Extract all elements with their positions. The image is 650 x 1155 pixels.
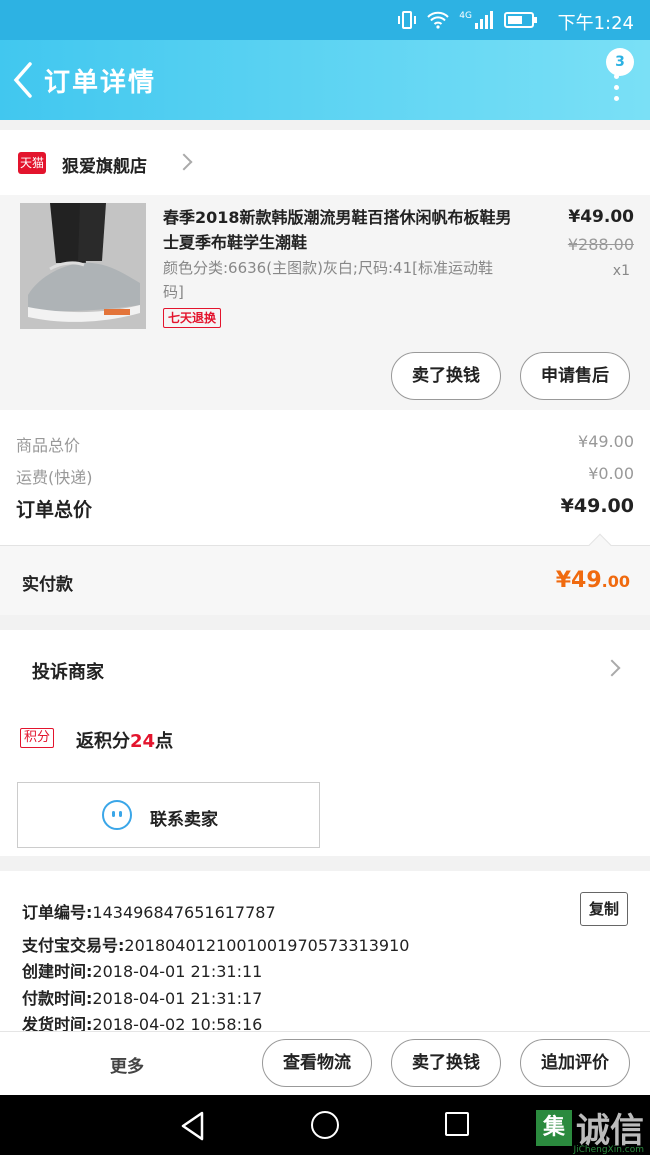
price-summary: 商品总价 ¥49.00 运费(快递) ¥0.00 订单总价 ¥49.00	[0, 410, 650, 545]
more-button[interactable]: 更多	[110, 1052, 144, 1077]
signal-icon	[475, 11, 493, 29]
created-time-row: 创建时间:2018-04-01 21:31:11	[22, 962, 263, 981]
created-time: 2018-04-01 21:31:11	[92, 962, 263, 981]
network-type: 4G	[459, 11, 472, 21]
order-number: 143496847651617787	[92, 903, 276, 922]
message-count-badge: 3	[606, 48, 634, 76]
battery-icon	[504, 12, 537, 28]
seven-day-return-tag: 七天退换	[163, 308, 222, 328]
alipay-trade-row: 支付宝交易号:2018040121001001970573313910	[22, 936, 410, 955]
order-total-row: 订单总价 ¥49.00	[16, 495, 634, 522]
paid-time: 2018-04-01 21:31:17	[92, 989, 263, 1008]
nav-recents-icon[interactable]	[445, 1112, 469, 1136]
tmall-logo-icon: 天猫	[18, 152, 46, 174]
nav-home-icon[interactable]	[311, 1111, 339, 1139]
shipping-row: 运费(快递) ¥0.00	[16, 464, 634, 488]
shop-name: 狠爱旗舰店	[62, 157, 147, 177]
nav-back-icon[interactable]	[180, 1111, 206, 1141]
sell-for-cash-button[interactable]: 卖了换钱	[391, 352, 501, 400]
watermark-logo: 集 诚信 JiChengXin.com	[536, 1103, 644, 1155]
shipping-label: 运费(快递)	[16, 468, 93, 487]
paid-amount-row: 实付款 ¥49.00	[0, 533, 650, 615]
app-header: 订单详情 3	[0, 40, 650, 120]
copy-button[interactable]: 复制	[580, 892, 628, 926]
points-badge: 积分	[20, 728, 55, 748]
points-reward-text: 返积分24点	[76, 731, 174, 752]
goods-total-row: 商品总价 ¥49.00	[16, 432, 634, 456]
order-total-label: 订单总价	[16, 499, 93, 521]
back-arrow-icon[interactable]	[10, 62, 38, 98]
paid-label: 实付款	[22, 575, 73, 595]
complain-seller-link[interactable]: 投诉商家	[32, 658, 104, 684]
order-info: 订单编号:143496847651617787 复制 支付宝交易号:201804…	[0, 871, 650, 1034]
more-menu-icon[interactable]	[612, 74, 620, 104]
add-review-button[interactable]: 追加评价	[520, 1039, 630, 1087]
contact-seller-button[interactable]: 联系卖家	[17, 782, 320, 848]
wifi-icon	[427, 11, 450, 29]
apply-aftersale-button[interactable]: 申请售后	[520, 352, 630, 400]
paid-value: ¥49.00	[555, 568, 630, 593]
product-image[interactable]	[20, 203, 146, 329]
chevron-right-icon	[175, 153, 193, 171]
status-bar: 4G 下午1:24	[0, 0, 650, 40]
product-title: 春季2018新款韩版潮流男鞋百搭休闲帆布板鞋男士夏季布鞋学生潮鞋	[163, 208, 512, 252]
product-original-price: ¥288.00	[567, 235, 634, 254]
status-icons: 4G	[397, 10, 538, 30]
order-total-value: ¥49.00	[560, 495, 634, 517]
sell-for-cash-bottom-button[interactable]: 卖了换钱	[391, 1039, 501, 1087]
contact-seller-label: 联系卖家	[150, 810, 218, 830]
system-nav-bar: 集 诚信 JiChengXin.com	[0, 1095, 650, 1155]
paid-time-row: 付款时间:2018-04-01 21:31:17	[22, 989, 263, 1008]
order-number-row: 订单编号:143496847651617787	[22, 903, 276, 922]
service-section: 投诉商家 积分 返积分24点 联系卖家	[0, 630, 650, 856]
shop-row[interactable]: 天猫 狠爱旗舰店	[0, 130, 650, 195]
alipay-trade-number: 2018040121001001970573313910	[124, 936, 410, 955]
product-quantity: x1	[612, 263, 630, 279]
vibrate-icon	[398, 11, 417, 29]
status-time: 下午1:24	[557, 13, 634, 34]
page-title: 订单详情	[44, 68, 157, 98]
product-price: ¥49.00	[568, 207, 634, 227]
bottom-action-bar: 更多 查看物流 卖了换钱 追加评价	[0, 1031, 650, 1095]
goods-total-value: ¥49.00	[578, 432, 634, 451]
shipping-value: ¥0.00	[588, 464, 634, 483]
chevron-right-icon[interactable]	[603, 659, 621, 677]
goods-total-label: 商品总价	[16, 436, 81, 455]
chat-face-icon	[102, 800, 132, 830]
product-spec: 颜色分类:6636(主图款)灰白;尺码:41[标准运动鞋码]	[163, 259, 493, 301]
product-item[interactable]: 春季2018新款韩版潮流男鞋百搭休闲帆布板鞋男士夏季布鞋学生潮鞋 颜色分类:66…	[0, 195, 650, 410]
view-logistics-button[interactable]: 查看物流	[262, 1039, 372, 1087]
